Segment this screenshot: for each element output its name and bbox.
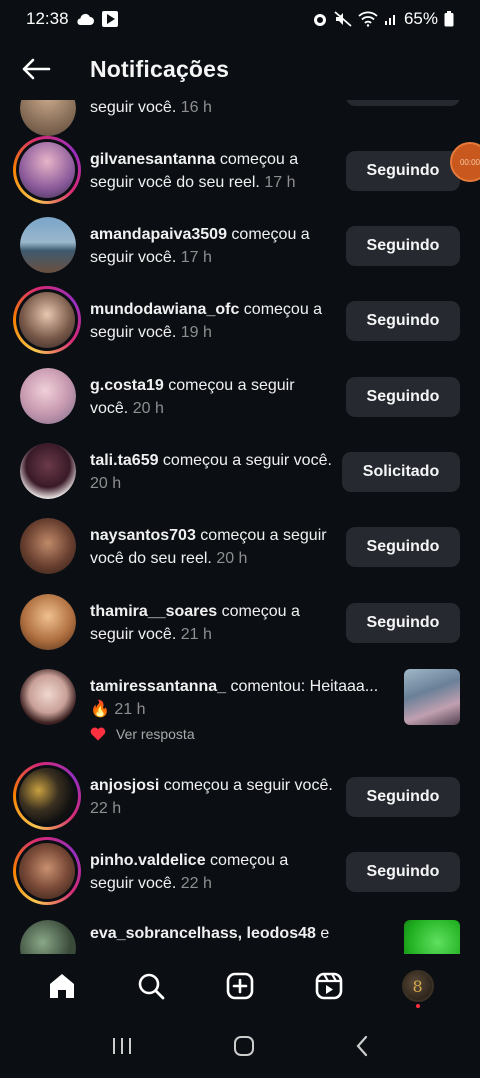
status-bar: 12:38 65%: [0, 0, 480, 38]
avatar[interactable]: [13, 837, 81, 905]
reels-icon: [315, 972, 343, 1000]
avatar[interactable]: [20, 368, 76, 424]
home-circle-icon: [233, 1035, 254, 1056]
nav-home[interactable]: [38, 962, 86, 1010]
following-button[interactable]: Seguindo: [346, 603, 460, 643]
notification-dot: [415, 1004, 420, 1008]
following-button[interactable]: Seguindo: [346, 852, 460, 892]
following-button[interactable]: Seguindo: [346, 777, 460, 817]
username[interactable]: g.costa19: [90, 377, 164, 394]
username[interactable]: amandapaiva3509: [90, 226, 227, 243]
following-button[interactable]: Seguindo: [346, 301, 460, 341]
battery-level: 65%: [403, 9, 438, 28]
status-time: 12:38: [26, 9, 69, 28]
page-title: Notificações: [90, 55, 230, 82]
username[interactable]: tamiressantanna_: [90, 678, 226, 695]
avatar[interactable]: [20, 920, 76, 954]
notification-time: 17 h: [264, 174, 296, 191]
battery-icon: [444, 11, 454, 27]
username[interactable]: eva_sobrancelhass, leodos48: [90, 925, 316, 942]
profile-avatar: 8: [401, 970, 434, 1002]
post-thumbnail[interactable]: [404, 669, 460, 725]
plus-square-icon: [226, 972, 254, 1000]
username[interactable]: thamira__soares: [90, 603, 217, 620]
heart-icon[interactable]: [90, 727, 106, 741]
wifi-icon: [358, 11, 378, 27]
username[interactable]: pinho.valdelice: [90, 852, 206, 869]
following-button[interactable]: Seguindo: [346, 226, 460, 266]
notification-time: 20 h: [132, 400, 164, 417]
page-header: Notificações: [0, 38, 480, 100]
alarm-icon: [312, 11, 328, 27]
notification-time: 20 h: [216, 550, 248, 567]
following-button[interactable]: Seguindo: [346, 527, 460, 567]
home-button[interactable]: [233, 1035, 255, 1062]
username[interactable]: naysantos703: [90, 527, 196, 544]
arrow-left-icon: [22, 58, 51, 80]
back-nav-button[interactable]: [354, 1035, 370, 1062]
following-button[interactable]: Seguindo: [346, 151, 460, 191]
nav-search[interactable]: [127, 962, 175, 1010]
notification-time: 22 h: [90, 800, 122, 817]
notification-text: e: [315, 925, 330, 942]
notification-time: 22 h: [180, 875, 212, 892]
notification-text: seguir você.: [90, 100, 177, 116]
notification-time: 17 h: [180, 249, 212, 266]
following-button[interactable]: [346, 100, 460, 106]
recent-apps-icon: [112, 1037, 131, 1054]
nav-profile[interactable]: 8: [394, 962, 442, 1010]
home-icon: [50, 974, 75, 998]
username[interactable]: gilvanesantanna: [90, 151, 215, 168]
notification-text: começou a seguir você.: [159, 777, 333, 794]
avatar[interactable]: [20, 518, 76, 574]
cloud-icon: [75, 12, 95, 26]
username[interactable]: anjosjosi: [90, 777, 159, 794]
play-store-icon: [101, 10, 119, 28]
chevron-left-icon: [356, 1035, 368, 1056]
notifications-list[interactable]: seguir você. 16 h gilvanesantanna começo…: [0, 100, 480, 954]
post-thumbnail[interactable]: [404, 920, 460, 954]
notification-time: 16 h: [180, 100, 212, 116]
bottom-navigation: 8: [0, 954, 480, 1018]
notification-time: 20 h: [90, 475, 122, 492]
following-button[interactable]: Seguindo: [346, 377, 460, 417]
avatar[interactable]: [20, 217, 76, 273]
nav-create[interactable]: [216, 962, 264, 1010]
back-button[interactable]: [18, 51, 54, 87]
avatar[interactable]: [20, 594, 76, 650]
avatar[interactable]: [13, 136, 81, 204]
notification-time: 21 h: [114, 701, 146, 718]
avatar[interactable]: [20, 100, 76, 136]
notification-time: 21 h: [180, 626, 212, 643]
recent-apps-button[interactable]: [110, 1036, 134, 1061]
notification-text: começou a seguir você.: [158, 452, 332, 469]
avatar[interactable]: [13, 286, 81, 354]
search-icon: [138, 973, 165, 1000]
view-reply-link[interactable]: Ver resposta: [116, 726, 195, 742]
mute-icon: [334, 11, 352, 27]
signal-icon: [384, 12, 398, 26]
username[interactable]: tali.ta659: [90, 452, 158, 469]
avatar[interactable]: [20, 443, 76, 499]
nav-reels[interactable]: [305, 962, 353, 1010]
requested-button[interactable]: Solicitado: [342, 452, 460, 492]
avatar[interactable]: [20, 669, 76, 725]
avatar[interactable]: [13, 762, 81, 830]
username[interactable]: mundodawiana_ofc: [90, 301, 239, 318]
notification-time: 19 h: [180, 324, 212, 341]
system-navigation: [0, 1018, 480, 1078]
